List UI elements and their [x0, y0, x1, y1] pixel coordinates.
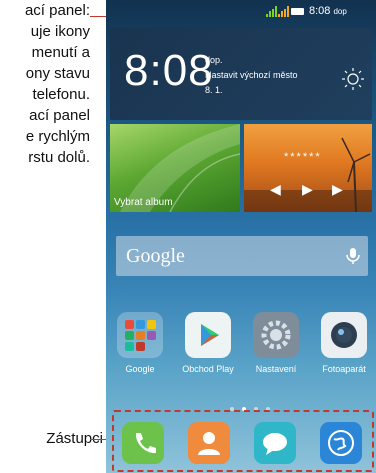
contacts-icon[interactable] [188, 422, 230, 464]
google-folder-icon [117, 312, 163, 358]
album-widget[interactable]: Vybrat album [110, 124, 240, 212]
settings-icon [253, 312, 299, 358]
battery-icon [291, 8, 304, 15]
annotation-line: rstu dolů. [28, 149, 90, 166]
app-google[interactable]: Google [112, 312, 168, 374]
browser-icon[interactable] [320, 422, 362, 464]
play-icon[interactable]: ▶ [302, 181, 313, 198]
signal-icon [278, 6, 289, 17]
google-search-bar[interactable]: Google [116, 236, 368, 276]
app-label: Fotoaparát [322, 364, 366, 374]
home-screen: 8:08 dop 8:08 dop. Nastavit výchozí měst… [106, 0, 376, 473]
annotation-line: telefonu. [32, 86, 90, 103]
app-settings[interactable]: Nastavení [248, 312, 304, 374]
annotation-line: menutí a [31, 44, 90, 61]
widget-period: dop. [205, 55, 223, 65]
app-camera[interactable]: Fotoaparát [316, 312, 372, 374]
app-label: Nastavení [255, 364, 297, 374]
annotation-line: ony stavu [25, 65, 90, 82]
status-bar[interactable]: 8:08 dop [106, 0, 376, 22]
widget-date: 8. 1. [205, 85, 223, 95]
microphone-icon[interactable] [344, 247, 362, 265]
widget-clock: 8:08 [124, 46, 214, 95]
search-label: Google [126, 245, 185, 267]
shortcuts-annotation: Zástupci [46, 430, 103, 447]
annotation-line: ací panel [29, 107, 90, 124]
shortcuts-dock [112, 410, 374, 472]
annotation-line: ací panel: [24, 2, 90, 19]
messages-icon[interactable] [254, 422, 296, 464]
notification-annotation: ací panel: uje ikony menutí a ony stavu … [0, 0, 90, 168]
app-play-store[interactable]: Obchod Play [180, 312, 236, 374]
signal-icon [266, 6, 277, 17]
play-store-icon [185, 312, 231, 358]
annotation-line: e rychlým [25, 128, 90, 145]
wind-turbine-image [244, 137, 372, 212]
status-time: 8:08 dop [309, 5, 347, 17]
status-time-suffix: dop [333, 7, 347, 16]
sun-icon [342, 68, 364, 90]
music-widget[interactable]: ****** ◀​ ▶ ▶​ [244, 124, 372, 212]
next-icon[interactable]: ▶​ [332, 181, 343, 198]
annotation-line: uje ikony [30, 23, 90, 40]
track-title: ****** [284, 151, 322, 163]
widget-city-prompt[interactable]: Nastavit výchozí město [205, 70, 298, 80]
camera-icon [321, 312, 367, 358]
album-label: Vybrat album [114, 197, 173, 208]
weather-clock-widget[interactable]: 8:08 dop. Nastavit výchozí město 8. 1. [110, 28, 372, 120]
phone-icon[interactable] [122, 422, 164, 464]
app-label: Obchod Play [182, 364, 234, 374]
app-label: Google [125, 364, 155, 374]
previous-icon[interactable]: ◀​ [270, 181, 281, 198]
